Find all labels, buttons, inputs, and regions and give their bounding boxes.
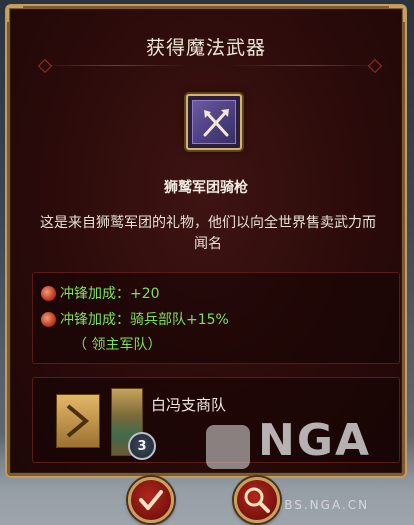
watermark-logo: NGA — [258, 415, 371, 466]
ornament-diamond — [37, 58, 53, 74]
stat-note: （ 领主军队） — [73, 337, 162, 353]
checkmark-icon — [139, 490, 163, 510]
item-name: 狮鹫军团骑枪 — [164, 180, 248, 196]
rank-badge: 3 — [128, 432, 156, 460]
assign-arrow-icon[interactable] — [56, 394, 100, 448]
stat-row: 冲锋加成：骑兵部队+15% — [41, 309, 229, 329]
zoom-button[interactable] — [234, 477, 280, 523]
crossed-weapons-icon-glyph — [203, 109, 229, 137]
magnify-icon — [244, 487, 270, 513]
confirm-button[interactable] — [128, 477, 174, 523]
crossed-weapons-icon — [192, 100, 236, 144]
owner-name: 白冯支商队 — [151, 396, 227, 414]
frame-corner — [389, 6, 405, 22]
item-icon-frame[interactable] — [186, 94, 242, 150]
stat-label: 冲锋加成：骑兵部队+15% — [60, 312, 229, 328]
ornament-diamond — [367, 58, 383, 74]
watermark-url: BBS.NGA.CN — [274, 498, 370, 512]
charge-bonus-icon — [41, 285, 56, 301]
arrow-chevron-icon — [66, 404, 90, 438]
item-description: 这是来自狮鹫军团的礼物，他们以向全世界售卖武力而闻名 — [40, 215, 376, 252]
dialog-title: 获得魔法武器 — [145, 37, 266, 59]
frame-corner — [7, 6, 23, 22]
title-ornament-right — [230, 65, 380, 66]
stats-box: 冲锋加成：+20 冲锋加成：骑兵部队+15% （ 领主军队） — [32, 272, 400, 364]
magic-item-dialog: 获得魔法武器 狮鹫军团骑枪 这是来自狮鹫军团的礼物，他们以向全世界售卖武力而闻名… — [7, 6, 405, 476]
watermark-paw-icon — [206, 425, 250, 469]
stat-row: 冲锋加成：+20 — [41, 283, 160, 303]
title-ornament-left — [40, 65, 190, 66]
stat-label: 冲锋加成：+20 — [60, 286, 160, 302]
charge-bonus-icon — [41, 311, 56, 327]
